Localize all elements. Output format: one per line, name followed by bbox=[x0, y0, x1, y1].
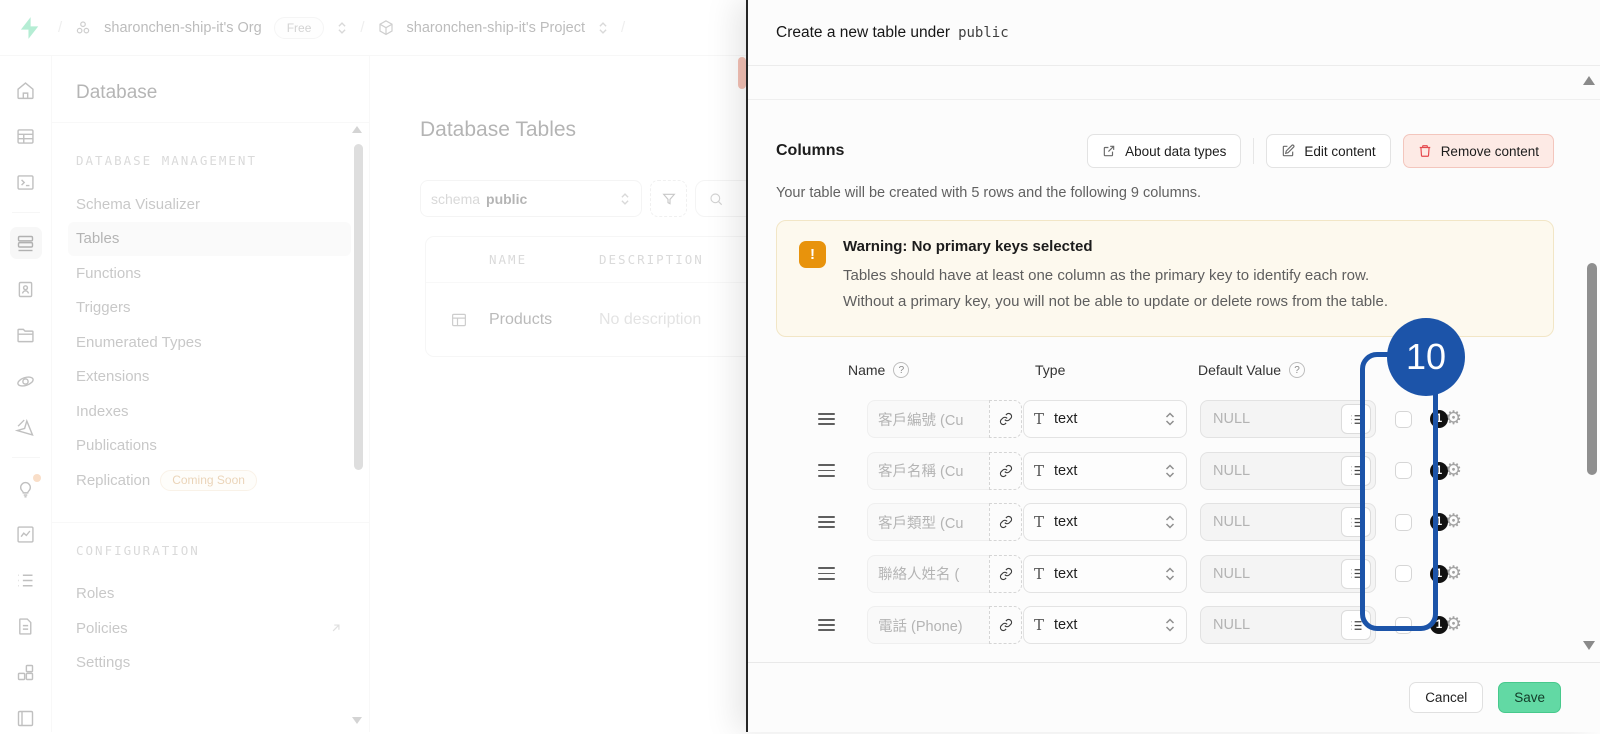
default-value-input[interactable] bbox=[1213, 463, 1341, 479]
foreign-key-icon[interactable] bbox=[989, 555, 1022, 593]
dialog-footer: Cancel Save bbox=[748, 662, 1600, 732]
column-row: T text ⚙ 1 bbox=[776, 503, 1554, 541]
settings-count-badge: 1 bbox=[1430, 513, 1448, 531]
column-type-select[interactable]: T text bbox=[1023, 606, 1187, 644]
settings-count-badge: 1 bbox=[1430, 462, 1448, 480]
chevron-updown-icon bbox=[1164, 616, 1176, 634]
settings-count-badge: 1 bbox=[1430, 616, 1448, 634]
column-type-select[interactable]: T text bbox=[1023, 503, 1187, 541]
settings-count-badge: 1 bbox=[1430, 410, 1448, 428]
primary-key-checkbox[interactable] bbox=[1395, 617, 1412, 634]
grid-header-name: Name bbox=[848, 362, 885, 378]
drag-handle-icon[interactable] bbox=[818, 413, 840, 425]
column-name-input[interactable] bbox=[867, 555, 989, 593]
default-value-menu-icon[interactable] bbox=[1341, 610, 1371, 640]
column-settings-button[interactable]: ⚙ 1 bbox=[1430, 564, 1462, 584]
chevron-updown-icon bbox=[1164, 410, 1176, 428]
dialog-title: Create a new table under public bbox=[748, 0, 1600, 66]
dialog-scrollbar-thumb[interactable] bbox=[1587, 263, 1597, 475]
column-settings-button[interactable]: ⚙ 1 bbox=[1430, 615, 1462, 635]
text-type-icon: T bbox=[1034, 462, 1044, 480]
chevron-updown-icon bbox=[1164, 565, 1176, 583]
chevron-updown-icon bbox=[1164, 513, 1176, 531]
text-type-icon: T bbox=[1034, 410, 1044, 428]
dialog-section-divider bbox=[748, 99, 1600, 100]
primary-key-checkbox[interactable] bbox=[1395, 462, 1412, 479]
column-settings-button[interactable]: ⚙ 1 bbox=[1430, 461, 1462, 481]
column-row: T text ⚙ 1 bbox=[776, 400, 1554, 438]
column-row: T text ⚙ 1 bbox=[776, 555, 1554, 593]
dialog-scroll-up-arrow[interactable] bbox=[1583, 76, 1595, 85]
default-value-field bbox=[1200, 606, 1376, 644]
text-type-icon: T bbox=[1034, 513, 1044, 531]
settings-count-badge: 1 bbox=[1430, 565, 1448, 583]
warning-line: Tables should have at least one column a… bbox=[843, 263, 1388, 289]
grid-header-type: Type bbox=[1035, 362, 1198, 378]
about-data-types-button[interactable]: About data types bbox=[1087, 134, 1241, 168]
foreign-key-icon[interactable] bbox=[989, 452, 1022, 490]
foreign-key-icon[interactable] bbox=[989, 400, 1022, 438]
help-icon[interactable]: ? bbox=[1289, 362, 1305, 378]
column-settings-button[interactable]: ⚙ 1 bbox=[1430, 512, 1462, 532]
foreign-key-icon[interactable] bbox=[989, 503, 1022, 541]
default-value-field bbox=[1200, 555, 1376, 593]
default-value-field bbox=[1200, 400, 1376, 438]
column-row: T text ⚙ 1 bbox=[776, 452, 1554, 490]
grid-header-default: Default Value bbox=[1198, 362, 1281, 378]
column-name-input[interactable] bbox=[867, 400, 989, 438]
warning-line: Without a primary key, you will not be a… bbox=[843, 289, 1388, 315]
drag-handle-icon[interactable] bbox=[818, 619, 840, 631]
foreign-key-icon[interactable] bbox=[989, 606, 1022, 644]
default-value-menu-icon[interactable] bbox=[1341, 507, 1371, 537]
drag-handle-icon[interactable] bbox=[818, 567, 840, 579]
default-value-menu-icon[interactable] bbox=[1341, 456, 1371, 486]
columns-section-title: Columns bbox=[776, 142, 844, 160]
cancel-button[interactable]: Cancel bbox=[1409, 682, 1483, 713]
drag-handle-icon[interactable] bbox=[818, 516, 840, 528]
default-value-input[interactable] bbox=[1213, 514, 1341, 530]
default-value-menu-icon[interactable] bbox=[1341, 404, 1371, 434]
column-type-select[interactable]: T text bbox=[1023, 400, 1187, 438]
dialog-scroll-down-arrow[interactable] bbox=[1583, 641, 1595, 650]
chevron-updown-icon bbox=[1164, 462, 1176, 480]
columns-list: T text ⚙ 1 bbox=[776, 400, 1554, 644]
save-button[interactable]: Save bbox=[1498, 682, 1561, 713]
default-value-input[interactable] bbox=[1213, 411, 1341, 427]
default-value-field bbox=[1200, 503, 1376, 541]
annotation-step-badge: 10 bbox=[1387, 318, 1465, 396]
warning-icon: ! bbox=[799, 241, 826, 268]
column-name-input[interactable] bbox=[867, 606, 989, 644]
edit-content-button[interactable]: Edit content bbox=[1266, 134, 1390, 168]
primary-key-checkbox[interactable] bbox=[1395, 514, 1412, 531]
drag-handle-icon[interactable] bbox=[818, 464, 840, 476]
default-value-menu-icon[interactable] bbox=[1341, 559, 1371, 589]
default-value-field bbox=[1200, 452, 1376, 490]
column-type-select[interactable]: T text bbox=[1023, 555, 1187, 593]
dialog-title-schema: public bbox=[958, 25, 1009, 41]
warning-title: Warning: No primary keys selected bbox=[843, 238, 1388, 255]
primary-key-checkbox[interactable] bbox=[1395, 565, 1412, 582]
column-row: T text ⚙ 1 bbox=[776, 606, 1554, 644]
remove-content-button[interactable]: Remove content bbox=[1403, 134, 1554, 168]
help-icon[interactable]: ? bbox=[893, 362, 909, 378]
column-name-input[interactable] bbox=[867, 452, 989, 490]
button-group-divider bbox=[1253, 138, 1254, 164]
table-summary-text: Your table will be created with 5 rows a… bbox=[776, 185, 1554, 201]
primary-key-checkbox[interactable] bbox=[1395, 411, 1412, 428]
default-value-input[interactable] bbox=[1213, 617, 1341, 633]
trash-icon bbox=[1418, 144, 1432, 158]
column-name-input[interactable] bbox=[867, 503, 989, 541]
column-type-select[interactable]: T text bbox=[1023, 452, 1187, 490]
text-type-icon: T bbox=[1034, 616, 1044, 634]
external-link-icon bbox=[1102, 144, 1116, 158]
text-type-icon: T bbox=[1034, 565, 1044, 583]
dim-overlay bbox=[0, 0, 747, 732]
column-settings-button[interactable]: ⚙ 1 bbox=[1430, 409, 1462, 429]
edit-icon bbox=[1281, 144, 1295, 158]
create-table-dialog: Create a new table under public Columns … bbox=[746, 0, 1600, 732]
default-value-input[interactable] bbox=[1213, 566, 1341, 582]
